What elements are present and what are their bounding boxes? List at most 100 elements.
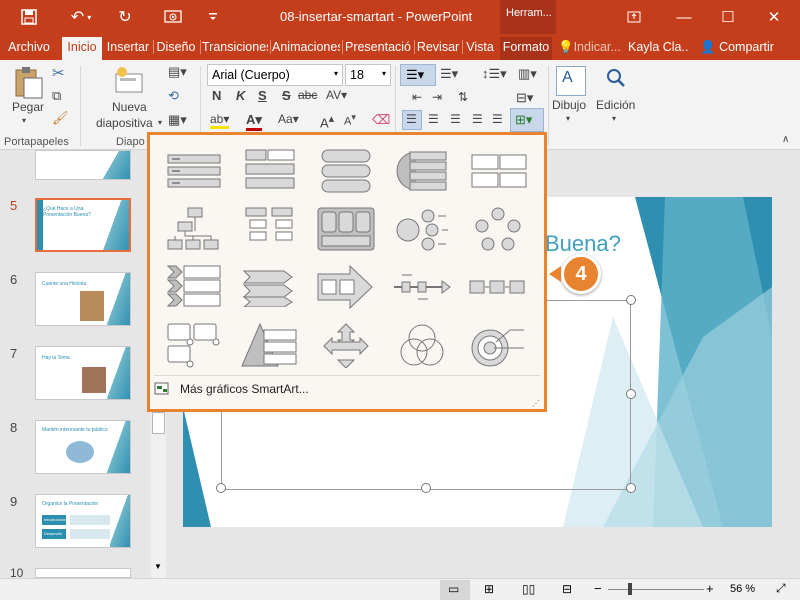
italic-button[interactable]: K — [236, 88, 245, 103]
slide-thumbnail-4[interactable] — [35, 150, 131, 180]
smartart-timeline-arrow-icon[interactable] — [384, 259, 460, 315]
paste-icon[interactable] — [12, 66, 44, 100]
fit-slide-icon[interactable]: ⤢ — [776, 581, 786, 596]
redo-icon[interactable]: ↻ — [112, 6, 138, 28]
tab-diseno[interactable]: Diseño — [155, 37, 197, 60]
char-spacing-icon[interactable]: AV▾ — [326, 88, 347, 102]
paste-button[interactable]: Pegar — [12, 100, 44, 114]
undo-icon[interactable]: ↶ ▾ — [64, 6, 98, 28]
bold-button[interactable]: N — [212, 88, 221, 103]
zoom-out-icon[interactable]: − — [594, 581, 602, 596]
slide-thumbnail-8[interactable]: Mantén interesante tu público — [35, 420, 131, 474]
start-presentation-icon[interactable] — [160, 6, 186, 28]
collapse-ribbon-icon[interactable]: ∧ — [782, 134, 789, 145]
slide-thumbnail-6[interactable]: Cuente una Historia — [35, 272, 131, 326]
convert-smartart-button[interactable]: ⊞▾ — [510, 108, 544, 132]
smartart-hierarchy-list-icon[interactable] — [232, 201, 308, 257]
align-text-icon[interactable]: ⊟▾ — [516, 90, 533, 106]
editing-button[interactable]: Edición — [596, 98, 635, 112]
resize-handle[interactable] — [421, 483, 431, 493]
justify-icon[interactable]: ☰ — [472, 112, 483, 126]
tab-transiciones[interactable]: Transiciones — [202, 37, 268, 60]
shrink-font-icon[interactable]: A▾ — [344, 112, 356, 128]
maximize-icon[interactable]: ☐ — [706, 4, 750, 30]
smartart-pyramid-list-icon[interactable] — [232, 317, 308, 373]
layout-icon[interactable]: ▤▾ — [168, 64, 187, 80]
new-slide-dropdown-icon[interactable]: ▾ — [158, 118, 162, 127]
smartart-block-arrow-icon[interactable] — [308, 259, 384, 315]
text-direction-icon[interactable]: ⇅ — [458, 90, 468, 104]
tab-presentacion[interactable]: Presentació — [344, 37, 412, 60]
smartart-target-icon[interactable] — [460, 317, 536, 373]
reset-icon[interactable]: ⟲ — [168, 88, 179, 104]
zoom-slider-thumb[interactable] — [628, 583, 632, 595]
line-spacing-icon[interactable]: ↕☰▾ — [482, 66, 507, 82]
tab-vista[interactable]: Vista — [464, 37, 496, 60]
slide-thumbnail-10[interactable] — [35, 568, 131, 578]
drawing-button[interactable]: Dibujo — [552, 98, 586, 112]
ribbon-display-icon[interactable] — [612, 4, 656, 30]
slideshow-icon[interactable]: ⊟ — [562, 582, 572, 596]
resize-handle[interactable] — [626, 483, 636, 493]
tab-archivo[interactable]: Archivo — [4, 37, 54, 60]
reading-view-icon[interactable]: ▯▯ — [522, 582, 535, 596]
font-name-select[interactable]: Arial (Cuerpo) ▾ — [207, 64, 343, 86]
underline-button[interactable]: S — [258, 88, 267, 103]
smartart-venn-icon[interactable] — [384, 317, 460, 373]
smartart-cycle-icon[interactable] — [460, 201, 536, 257]
tell-me-box[interactable]: 💡Indicar... — [558, 37, 624, 60]
smartart-vertical-list-icon[interactable] — [232, 143, 308, 199]
smartart-org-chart-icon[interactable] — [156, 201, 232, 257]
tab-animaciones[interactable]: Animaciones — [272, 37, 340, 60]
slide-thumbnail-5[interactable]: ¿Qué Hace a Una Presentación Buena? — [35, 198, 131, 252]
scroll-down-icon[interactable]: ▼ — [154, 562, 162, 571]
resize-handle[interactable] — [216, 483, 226, 493]
editing-dropdown-icon[interactable]: ▾ — [612, 114, 616, 123]
smartart-rounded-list-icon[interactable] — [308, 143, 384, 199]
bullets-button[interactable]: ☰▾ — [400, 64, 436, 86]
decrease-indent-icon[interactable]: ⇤ — [412, 90, 422, 104]
new-slide-label-2[interactable]: diapositiva — [96, 116, 153, 130]
zoom-in-icon[interactable]: + — [706, 581, 714, 596]
normal-view-button[interactable]: ▭ — [440, 580, 470, 600]
increase-indent-icon[interactable]: ⇥ — [432, 90, 442, 104]
smartart-diverging-arrows-icon[interactable] — [308, 317, 384, 373]
smartart-grid-list-icon[interactable] — [460, 143, 536, 199]
numbering-icon[interactable]: ☰▾ — [440, 66, 458, 82]
smartart-basic-process-icon[interactable] — [460, 259, 536, 315]
smartart-process-arrows-icon[interactable] — [232, 259, 308, 315]
tab-inicio[interactable]: Inicio — [62, 37, 102, 60]
resize-handle[interactable] — [626, 295, 636, 305]
scrollbar-thumb[interactable] — [152, 412, 165, 434]
shadow-button[interactable]: S — [282, 88, 291, 103]
smartart-picture-grid-icon[interactable] — [156, 317, 232, 373]
grow-font-icon[interactable]: A▴ — [320, 112, 334, 130]
minimize-icon[interactable]: — — [662, 4, 706, 30]
save-icon[interactable] — [16, 6, 42, 28]
zoom-slider[interactable] — [608, 589, 704, 590]
new-slide-label-1[interactable]: Nueva — [112, 100, 147, 114]
cut-icon[interactable]: ✂ — [52, 64, 65, 82]
smartart-arc-list-icon[interactable] — [384, 143, 460, 199]
smartart-basic-list-icon[interactable] — [156, 143, 232, 199]
format-painter-icon[interactable]: 🖌 — [52, 110, 69, 126]
more-smartart-link[interactable]: Más gráficos SmartArt... — [154, 381, 354, 399]
search-icon[interactable] — [603, 66, 629, 92]
distribute-icon[interactable]: ☰ — [492, 112, 503, 126]
resize-handle[interactable] — [626, 389, 636, 399]
smartart-radial-list-icon[interactable] — [384, 201, 460, 257]
smartart-chevron-list-icon[interactable] — [156, 259, 232, 315]
zoom-level[interactable]: 56 % — [730, 583, 755, 595]
close-icon[interactable]: ✕ — [752, 4, 796, 30]
tab-formato[interactable]: Formato — [500, 37, 552, 60]
change-case-button[interactable]: Aa▾ — [278, 112, 299, 126]
highlight-icon[interactable]: ab▾ — [210, 112, 230, 129]
smartart-table-hierarchy-icon[interactable] — [308, 201, 384, 257]
user-name[interactable]: Kayla Cla... — [628, 37, 688, 60]
drawing-dropdown-icon[interactable]: ▾ — [566, 114, 570, 123]
customize-toolbar-icon[interactable] — [200, 6, 226, 28]
tab-insertar[interactable]: Insertar — [105, 37, 151, 60]
font-size-select[interactable]: 18 ▾ — [345, 64, 391, 86]
strikethrough-button[interactable]: abc — [298, 88, 317, 102]
paste-dropdown-icon[interactable]: ▾ — [22, 116, 26, 125]
